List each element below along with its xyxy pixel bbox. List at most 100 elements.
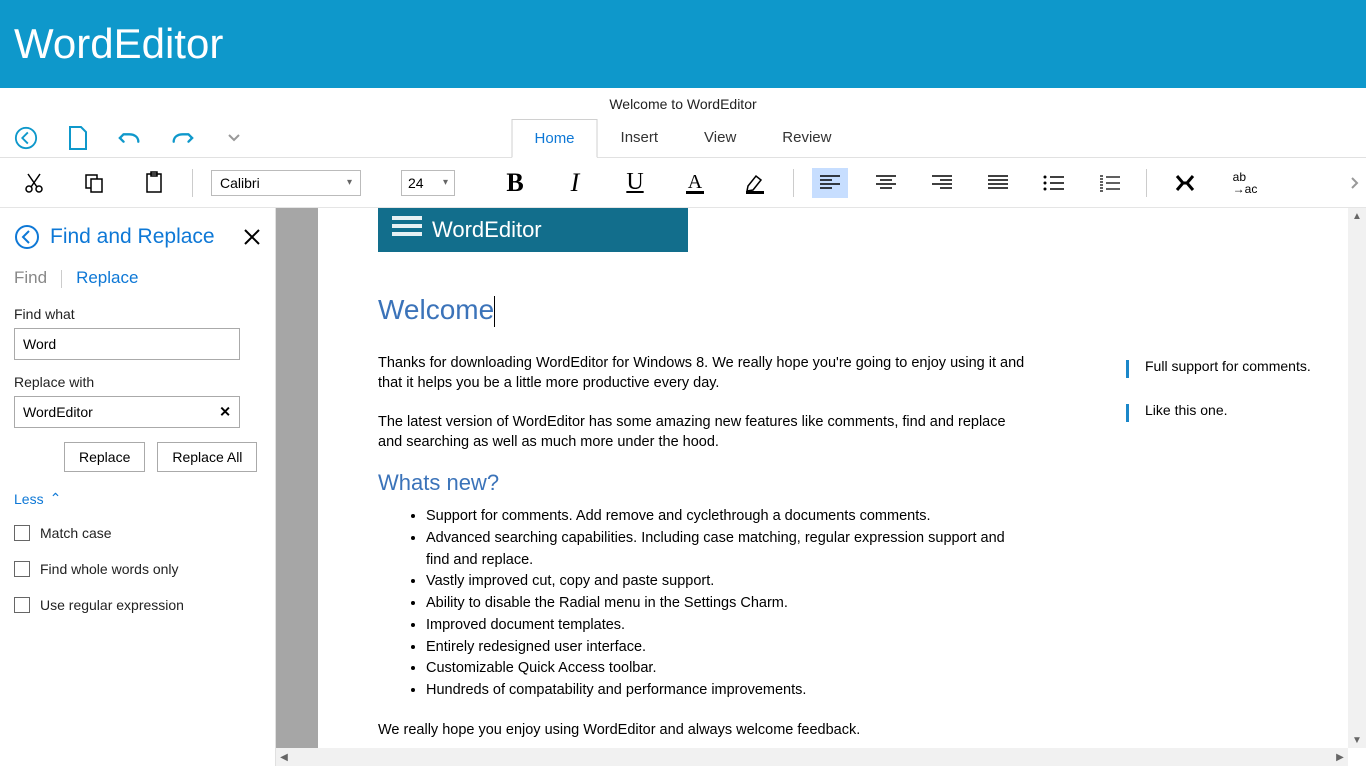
back-icon[interactable] bbox=[14, 126, 38, 150]
list-item: Improved document templates. bbox=[426, 615, 1028, 637]
comment-marker bbox=[1126, 360, 1129, 378]
tab-insert[interactable]: Insert bbox=[598, 118, 682, 157]
checkbox-icon[interactable] bbox=[14, 561, 30, 577]
whats-new-list: Support for comments. Add remove and cyc… bbox=[412, 506, 1028, 702]
ribbon-tabs: Home Insert View Review bbox=[512, 118, 855, 157]
ribbon-overflow-icon[interactable] bbox=[1350, 176, 1360, 190]
align-left-icon[interactable] bbox=[812, 168, 848, 198]
replace-icon[interactable]: ab→ac bbox=[1225, 163, 1265, 203]
chevron-down-icon: ▾ bbox=[443, 177, 448, 188]
bold-icon[interactable]: B bbox=[495, 163, 535, 203]
regex-label: Use regular expression bbox=[40, 597, 184, 613]
comment-item[interactable]: Full support for comments. bbox=[1126, 358, 1346, 378]
list-item: Advanced searching capabilities. Includi… bbox=[426, 528, 1028, 572]
comments-column: Full support for comments. Like this one… bbox=[1126, 358, 1346, 446]
comment-item[interactable]: Like this one. bbox=[1126, 402, 1346, 422]
scroll-down-icon[interactable]: ▼ bbox=[1351, 734, 1363, 746]
heading-whats-new: Whats new? bbox=[378, 470, 1028, 496]
ribbon: Calibri ▾ 24 ▾ B I U A bbox=[0, 158, 1366, 208]
cut-icon[interactable] bbox=[14, 163, 54, 203]
replace-all-button[interactable]: Replace All bbox=[157, 442, 257, 472]
bulleted-list-icon[interactable] bbox=[1036, 168, 1072, 198]
panel-title: Find and Replace bbox=[50, 225, 233, 249]
canvas-margin bbox=[276, 208, 318, 748]
comment-text: Like this one. bbox=[1145, 402, 1228, 418]
separator bbox=[61, 270, 62, 288]
list-item: Entirely redesigned user interface. bbox=[426, 637, 1028, 659]
comment-marker bbox=[1126, 404, 1129, 422]
document-viewport: WordEditor Welcome Thanks for downloadin… bbox=[276, 208, 1366, 766]
italic-icon[interactable]: I bbox=[555, 163, 595, 203]
font-family-value: Calibri bbox=[220, 175, 260, 191]
find-icon[interactable] bbox=[1165, 163, 1205, 203]
list-item: Support for comments. Add remove and cyc… bbox=[426, 506, 1028, 528]
panel-close-icon[interactable] bbox=[243, 228, 261, 246]
document-page[interactable]: WordEditor Welcome Thanks for downloadin… bbox=[318, 208, 1118, 766]
less-label: Less bbox=[14, 491, 44, 507]
panel-back-icon[interactable] bbox=[14, 224, 40, 250]
align-justify-icon[interactable] bbox=[980, 168, 1016, 198]
redo-icon[interactable] bbox=[170, 126, 194, 150]
font-size-select[interactable]: 24 ▾ bbox=[401, 170, 455, 196]
nav-row: Home Insert View Review bbox=[0, 118, 1366, 158]
align-right-icon[interactable] bbox=[924, 168, 960, 198]
list-item: Hundreds of compatability and performanc… bbox=[426, 680, 1028, 702]
numbered-list-icon[interactable] bbox=[1092, 168, 1128, 198]
highlight-icon[interactable] bbox=[735, 163, 775, 203]
whole-words-label: Find whole words only bbox=[40, 561, 179, 577]
chevron-up-icon: ⌃ bbox=[50, 490, 62, 507]
chevron-down-icon: ▾ bbox=[347, 177, 352, 188]
horizontal-scrollbar[interactable]: ◀ ▶ bbox=[276, 748, 1348, 766]
quick-access-toolbar bbox=[14, 126, 246, 150]
option-match-case[interactable]: Match case bbox=[14, 525, 261, 541]
comment-text: Full support for comments. bbox=[1145, 358, 1311, 374]
paragraph: Thanks for downloading WordEditor for Wi… bbox=[378, 353, 1028, 394]
paragraph: The latest version of WordEditor has som… bbox=[378, 412, 1028, 453]
align-center-icon[interactable] bbox=[868, 168, 904, 198]
vertical-scrollbar[interactable]: ▲ ▼ bbox=[1348, 208, 1366, 748]
document-banner: WordEditor bbox=[378, 208, 688, 252]
heading-welcome: Welcome bbox=[378, 294, 1028, 327]
clear-icon[interactable]: ✕ bbox=[219, 404, 231, 421]
new-document-icon[interactable] bbox=[66, 126, 90, 150]
underline-icon[interactable]: U bbox=[615, 163, 655, 203]
tab-review[interactable]: Review bbox=[759, 118, 854, 157]
copy-icon[interactable] bbox=[74, 163, 114, 203]
font-size-value: 24 bbox=[408, 175, 424, 191]
svg-text:A: A bbox=[688, 171, 703, 193]
panel-tab-replace[interactable]: Replace bbox=[76, 268, 138, 290]
panel-tab-find[interactable]: Find bbox=[14, 268, 47, 290]
checkbox-icon[interactable] bbox=[14, 525, 30, 541]
main-area: Find and Replace Find Replace Find what … bbox=[0, 208, 1366, 766]
font-color-icon[interactable]: A bbox=[675, 163, 715, 203]
replace-with-label: Replace with bbox=[14, 374, 261, 390]
scroll-up-icon[interactable]: ▲ bbox=[1351, 210, 1363, 222]
list-item: Ability to disable the Radial menu in th… bbox=[426, 593, 1028, 615]
qat-dropdown-icon[interactable] bbox=[222, 126, 246, 150]
title-bar: WordEditor bbox=[0, 0, 1366, 88]
font-family-select[interactable]: Calibri ▾ bbox=[211, 170, 361, 196]
scroll-left-icon[interactable]: ◀ bbox=[278, 751, 290, 763]
replace-with-value[interactable] bbox=[23, 404, 211, 420]
paragraph: We really hope you enjoy using WordEdito… bbox=[378, 720, 1028, 740]
checkbox-icon[interactable] bbox=[14, 597, 30, 613]
separator bbox=[192, 169, 193, 197]
separator bbox=[793, 169, 794, 197]
separator bbox=[1146, 169, 1147, 197]
replace-with-input[interactable]: ✕ bbox=[14, 396, 240, 428]
option-whole-words[interactable]: Find whole words only bbox=[14, 561, 261, 577]
find-what-label: Find what bbox=[14, 306, 261, 322]
scroll-right-icon[interactable]: ▶ bbox=[1334, 751, 1346, 763]
find-replace-panel: Find and Replace Find Replace Find what … bbox=[0, 208, 276, 766]
option-regex[interactable]: Use regular expression bbox=[14, 597, 261, 613]
list-item: Vastly improved cut, copy and paste supp… bbox=[426, 571, 1028, 593]
tab-view[interactable]: View bbox=[681, 118, 759, 157]
find-what-input[interactable] bbox=[14, 328, 240, 360]
find-what-value[interactable] bbox=[23, 336, 231, 352]
less-options-toggle[interactable]: Less ⌃ bbox=[14, 490, 61, 507]
undo-icon[interactable] bbox=[118, 126, 142, 150]
paste-icon[interactable] bbox=[134, 163, 174, 203]
tab-home[interactable]: Home bbox=[512, 119, 598, 158]
replace-button[interactable]: Replace bbox=[64, 442, 145, 472]
match-case-label: Match case bbox=[40, 525, 112, 541]
